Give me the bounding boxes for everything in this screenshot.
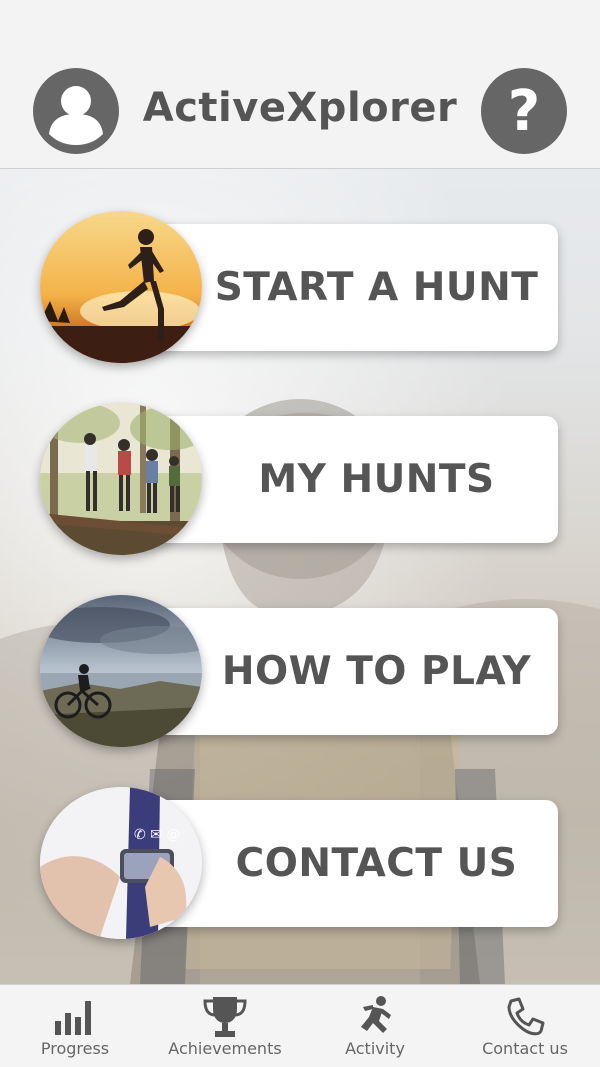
start-hunt-label: START A HUNT: [214, 265, 539, 310]
phone-icon: [507, 997, 545, 1036]
cyclist-coast-photo[interactable]: [40, 595, 202, 747]
nav-activity[interactable]: Activity: [300, 985, 450, 1067]
contact-us-label: CONTACT US: [235, 841, 518, 886]
nav-achievements-label: Achievements: [168, 1039, 282, 1058]
header: ActiveXplorer ?: [0, 0, 600, 169]
my-hunts-label: MY HUNTS: [258, 457, 495, 502]
bar-chart-icon: [55, 1001, 91, 1035]
friends-forest-photo[interactable]: [40, 403, 202, 555]
nav-achievements[interactable]: Achievements: [150, 985, 300, 1067]
nav-contact-label: Contact us: [482, 1039, 568, 1058]
help-button[interactable]: ?: [481, 68, 567, 154]
trophy-icon: [203, 997, 247, 1037]
running-person-icon: [361, 996, 391, 1033]
phone-contact-photo[interactable]: ✆ ✉ @: [40, 787, 202, 939]
app-screen: ActiveXplorer ? START A HUNT MY HUNTS HO…: [0, 0, 600, 1067]
runner-sunset-photo[interactable]: [40, 211, 202, 363]
question-icon: ?: [508, 79, 540, 144]
nav-activity-label: Activity: [345, 1039, 405, 1058]
nav-contact[interactable]: Contact us: [450, 985, 600, 1067]
svg-text:?: ?: [508, 79, 540, 144]
nav-progress-label: Progress: [40, 1039, 110, 1058]
nav-progress[interactable]: Progress: [0, 985, 150, 1067]
how-to-play-label: HOW TO PLAY: [221, 649, 532, 694]
bottom-nav: Progress Achievements Activity Contact u…: [0, 984, 600, 1067]
svg-text:✆ ✉ @: ✆ ✉ @: [134, 827, 180, 843]
